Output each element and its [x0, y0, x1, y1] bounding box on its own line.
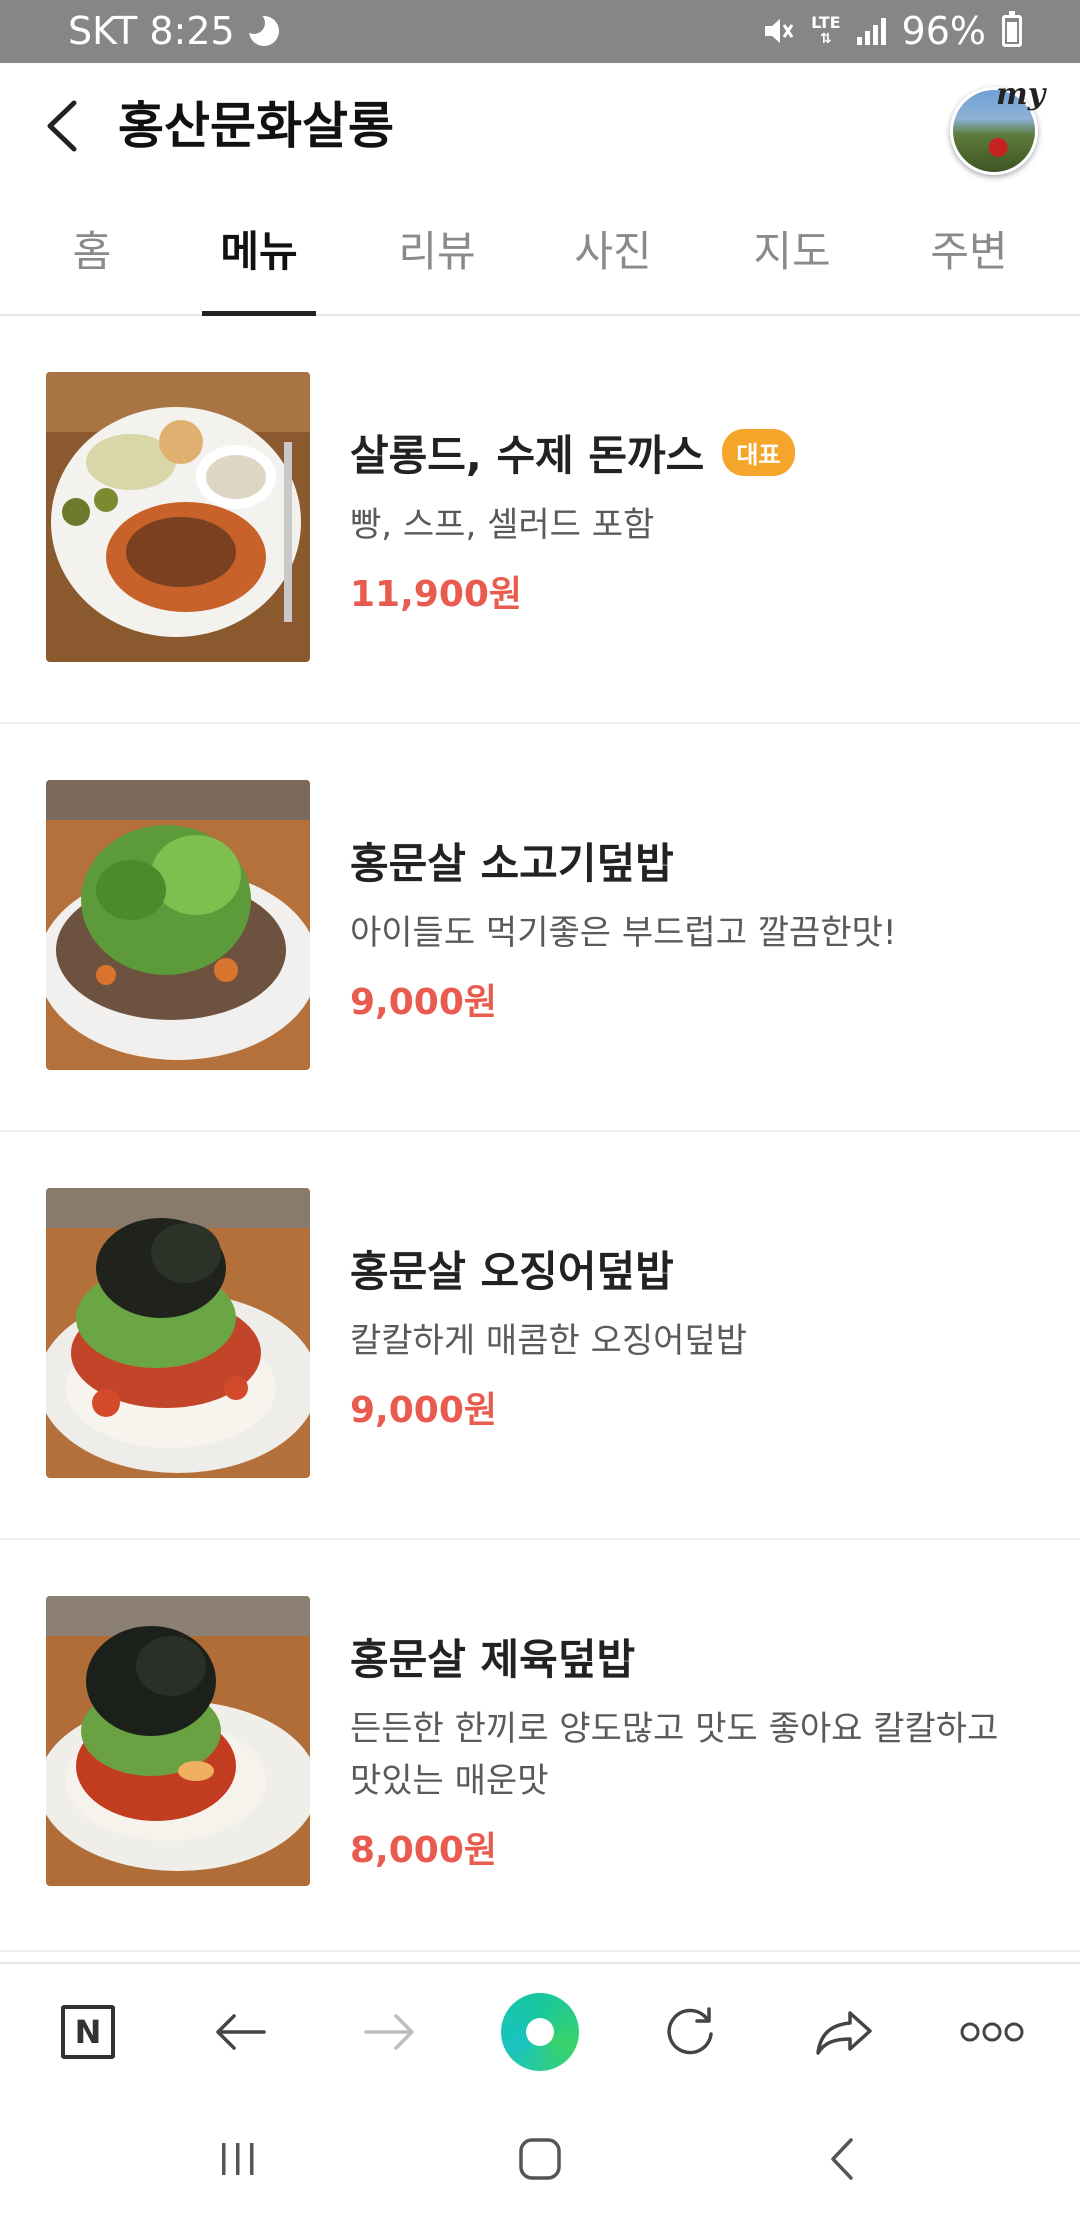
carrier-time: SKT 8:25 — [68, 9, 235, 53]
menu-item-text: 홍문살 소고기덮밥 아이들도 먹기좋은 부드럽고 깔끔한맛! 9,000원 — [350, 830, 1040, 1025]
home-button[interactable] — [470, 2098, 610, 2220]
menu-item-price: 8,000원 — [350, 1830, 497, 1871]
moon-icon — [242, 12, 279, 46]
menu-item-name: 홍문살 제육덮밥 — [350, 1635, 636, 1684]
avatar-my-badge: my — [996, 77, 1046, 112]
browser-back-button[interactable] — [180, 1964, 300, 2100]
page-title: 홍산문화살롱 — [118, 97, 394, 155]
naver-home-icon: N — [61, 2005, 115, 2059]
menu-item-price: 9,000원 — [350, 982, 497, 1023]
system-back-button[interactable] — [772, 2098, 912, 2220]
menu-item-desc: 든든한 한끼로 양도많고 맛도 좋아요 칼칼하고 맛있는 매운맛 — [350, 1709, 999, 1801]
tab-menu[interactable]: 메뉴 — [202, 190, 316, 316]
chevron-left-icon — [47, 100, 77, 152]
browser-toolbar: N — [0, 1962, 1080, 2100]
tab-reviews[interactable]: 리뷰 — [390, 190, 484, 314]
menu-item-desc: 칼칼하게 매콤한 오징어덮밥 — [350, 1321, 747, 1361]
lte-indicator: LTE ⇅ — [811, 13, 841, 48]
menu-item-text: 홍문살 오징어덮밥 칼칼하게 매콤한 오징어덮밥 9,000원 — [350, 1238, 1040, 1433]
green-dot-icon — [501, 1993, 579, 2071]
share-button[interactable] — [784, 1964, 904, 2100]
more-button[interactable] — [932, 1964, 1052, 2100]
menu-item[interactable]: 홍문살 소고기덮밥 아이들도 먹기좋은 부드럽고 깔끔한맛! 9,000원 — [0, 724, 1080, 1132]
menu-item-desc: 아이들도 먹기좋은 부드럽고 깔끔한맛! — [350, 913, 897, 953]
tab-map[interactable]: 지도 — [745, 190, 839, 314]
status-bar: SKT 8:25 LTE ⇅ 96% — [0, 0, 1080, 63]
signal-icon — [856, 17, 886, 45]
menu-photo-squid-rice-bowl[interactable] — [46, 1188, 310, 1478]
menu-photo-beef-rice-bowl[interactable] — [46, 780, 310, 1070]
header: 홍산문화살롱 my — [0, 63, 1080, 190]
recent-apps-icon — [222, 2143, 254, 2175]
status-right: LTE ⇅ 96% — [761, 9, 1022, 53]
network-label: LTE — [811, 13, 841, 32]
back-button[interactable] — [36, 93, 96, 159]
tab-photos[interactable]: 사진 — [566, 190, 660, 314]
menu-item-name: 홍문살 오징어덮밥 — [350, 1247, 674, 1296]
menu-item-text: 살롱드, 수제 돈까스 대표 빵, 스프, 셀러드 포함 11,900원 — [350, 422, 1040, 617]
menu-item-name: 살롱드, 수제 돈까스 — [350, 431, 705, 480]
menu-item[interactable]: 홍문살 오징어덮밥 칼칼하게 매콤한 오징어덮밥 9,000원 — [0, 1132, 1080, 1540]
green-dot-button[interactable] — [480, 1964, 600, 2100]
mute-icon — [765, 19, 794, 43]
menu-item-text: 홍문살 제육덮밥 든든한 한끼로 양도많고 맛도 좋아요 칼칼하고 맛있는 매운… — [350, 1626, 1040, 1873]
menu-item-desc: 빵, 스프, 셀러드 포함 — [350, 505, 655, 545]
forward-arrow-icon — [364, 2014, 414, 2050]
tab-nearby[interactable]: 주변 — [922, 190, 1016, 314]
menu-item[interactable]: 살롱드, 수제 돈까스 대표 빵, 스프, 셀러드 포함 11,900원 — [0, 316, 1080, 724]
menu-item-name-row: 살롱드, 수제 돈까스 대표 — [350, 422, 1040, 483]
menu-item-price: 9,000원 — [350, 1390, 497, 1431]
menu-item-name-row: 홍문살 오징어덮밥 — [350, 1238, 1040, 1299]
menu-item[interactable]: 홍문살 제육덮밥 든든한 한끼로 양도많고 맛도 좋아요 칼칼하고 맛있는 매운… — [0, 1540, 1080, 1952]
home-icon — [519, 2138, 561, 2180]
battery-icon — [1002, 11, 1022, 47]
refresh-button[interactable] — [630, 1964, 750, 2100]
menu-item-name-row: 홍문살 소고기덮밥 — [350, 830, 1040, 891]
tab-bar: 홈 메뉴 리뷰 사진 지도 주변 — [0, 190, 1080, 316]
naver-home-button[interactable]: N — [28, 1964, 148, 2100]
recent-apps-button[interactable] — [168, 2098, 308, 2220]
more-icon — [960, 2022, 1024, 2042]
naver-home-letter: N — [74, 2013, 102, 2051]
status-left: SKT 8:25 — [68, 9, 279, 53]
back-icon — [831, 2138, 853, 2180]
refresh-icon — [667, 2007, 713, 2055]
menu-photo-pork-cutlet[interactable] — [46, 372, 310, 662]
browser-forward-button[interactable] — [330, 1964, 450, 2100]
system-nav-bar — [0, 2098, 1080, 2220]
signature-badge: 대표 — [722, 429, 795, 476]
menu-list: 살롱드, 수제 돈까스 대표 빵, 스프, 셀러드 포함 11,900원 홍문살… — [0, 316, 1080, 1952]
menu-item-name-row: 홍문살 제육덮밥 — [350, 1626, 1040, 1687]
menu-item-name: 홍문살 소고기덮밥 — [350, 839, 674, 888]
back-arrow-icon — [216, 2014, 266, 2050]
tab-home[interactable]: 홈 — [62, 190, 122, 314]
menu-item-price: 11,900원 — [350, 574, 523, 615]
battery-percent: 96% — [901, 9, 986, 53]
menu-photo-pork-rice-bowl[interactable] — [46, 1596, 310, 1886]
share-icon — [816, 2011, 872, 2055]
